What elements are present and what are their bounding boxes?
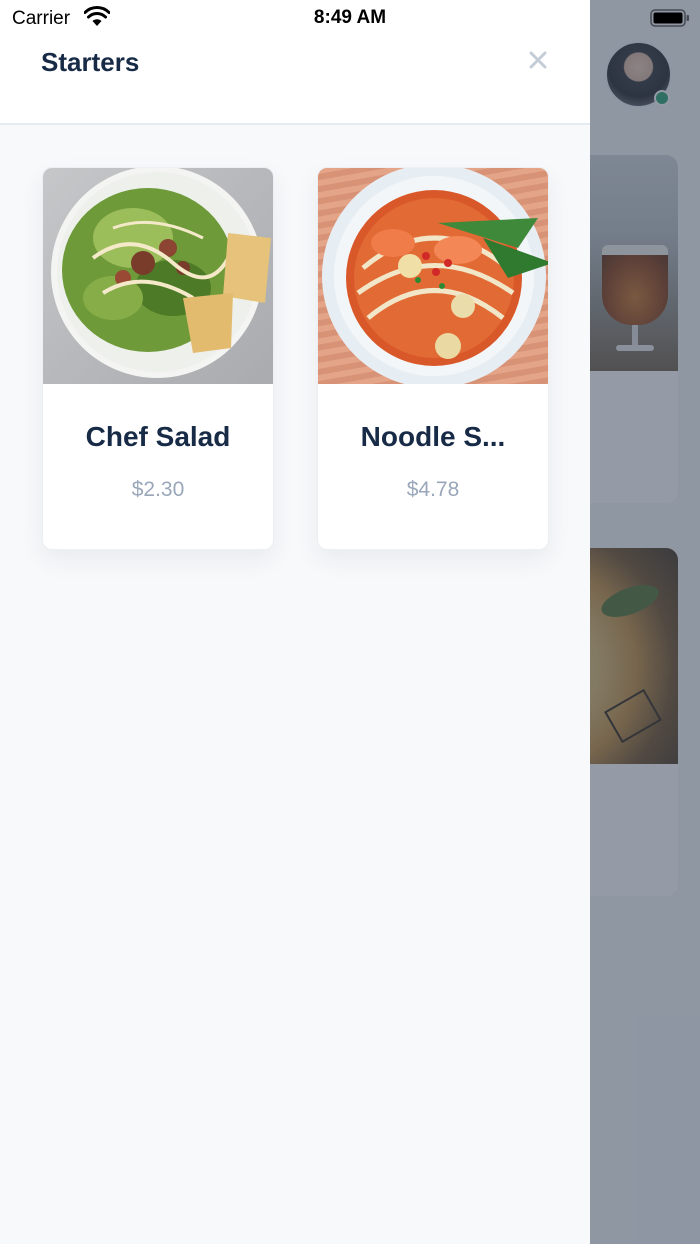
drawer-title: Starters [41,47,140,77]
menu-item-card[interactable]: Noodle S... $4.78 [317,167,549,550]
salad-photo [43,168,273,384]
menu-item-price: $4.78 [406,478,460,501]
battery-icon [650,9,689,27]
close-button[interactable] [522,44,554,76]
menu-item-card[interactable]: Chef Salad $2.30 [42,167,274,550]
category-drawer: Starters Chef Salad $2.30 Noodle S... $4… [0,0,590,1244]
menu-item-price: $2.30 [131,478,185,501]
close-icon [529,51,547,69]
menu-item-name: Chef Salad [85,421,231,452]
status-bar: Carrier 8:49 AM [0,0,700,36]
menu-item-name: Noodle S... [360,421,506,452]
clock: 8:49 AM [313,7,387,28]
noodle-soup-photo [318,168,548,384]
